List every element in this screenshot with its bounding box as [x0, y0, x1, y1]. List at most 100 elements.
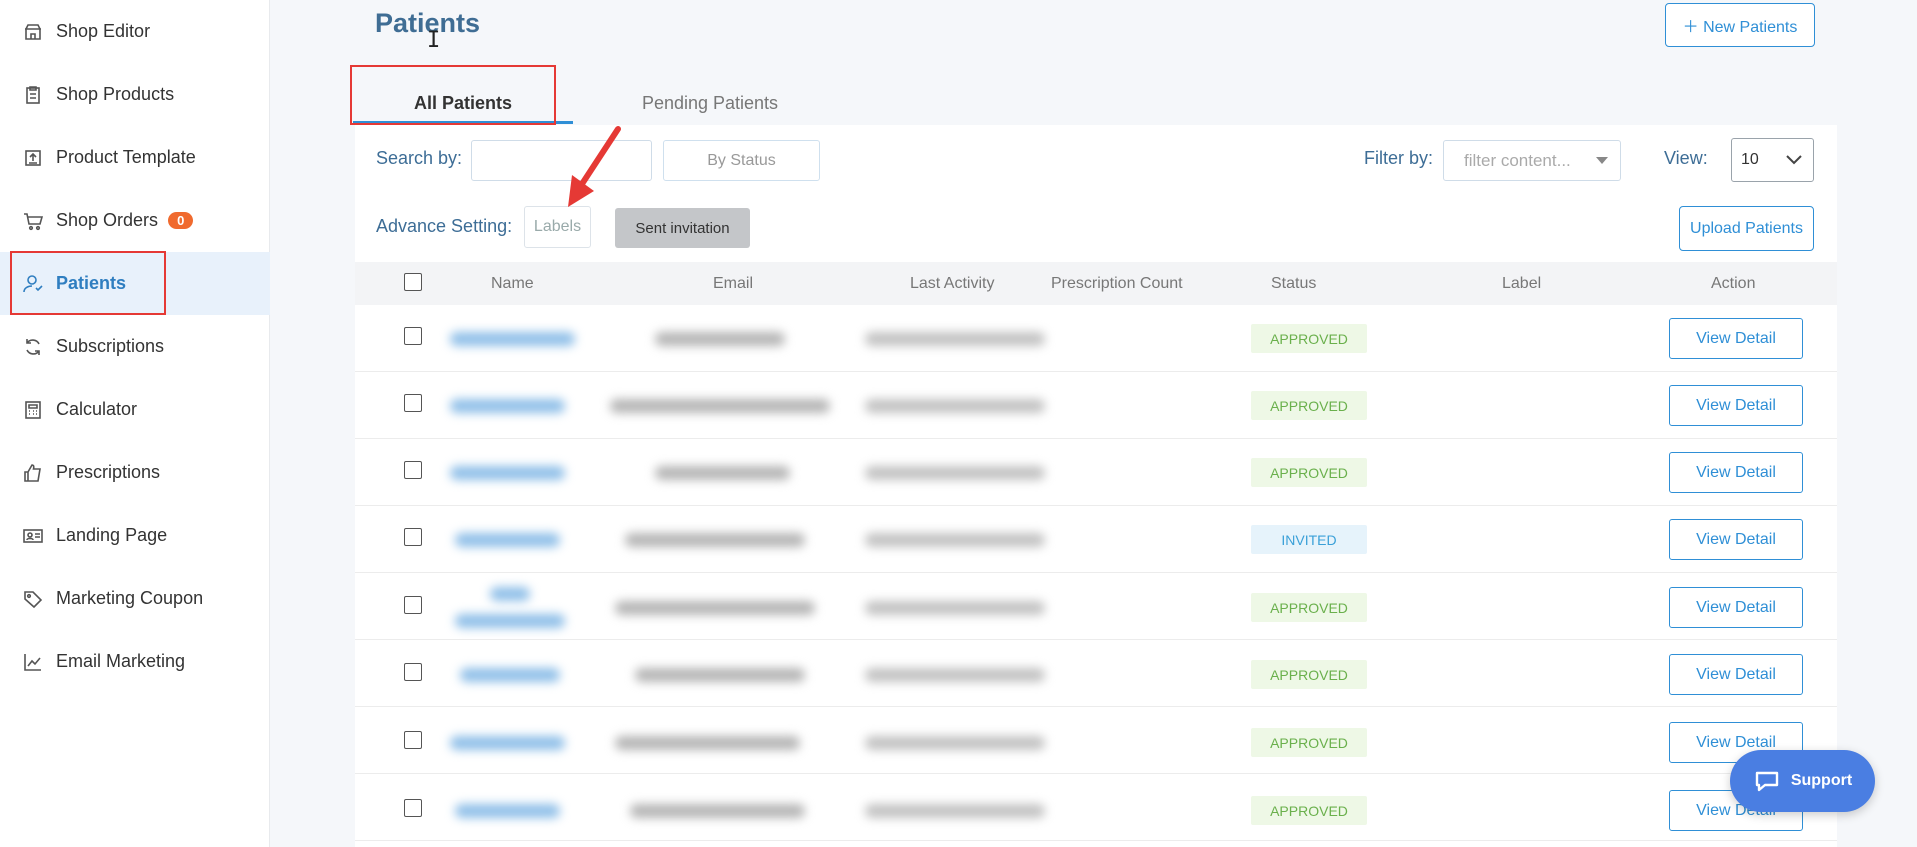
filter-placeholder: filter content...: [1464, 150, 1571, 170]
status-badge: APPROVED: [1251, 728, 1367, 757]
column-header-prescription-count: Prescription Count: [1051, 275, 1183, 292]
sidebar-item-shop-products[interactable]: Shop Products: [0, 63, 270, 126]
sidebar-item-prescriptions[interactable]: Prescriptions: [0, 441, 270, 504]
status-badge: APPROVED: [1251, 391, 1367, 420]
row-checkbox[interactable]: [404, 799, 422, 817]
last-activity-blurred: [865, 466, 1045, 480]
row-checkbox[interactable]: [404, 663, 422, 681]
row-checkbox[interactable]: [404, 731, 422, 749]
last-activity-blurred: [865, 668, 1045, 682]
row-checkbox[interactable]: [404, 461, 422, 479]
column-header-name: Name: [491, 275, 534, 292]
sidebar-item-email-marketing[interactable]: Email Marketing: [0, 630, 270, 693]
filter-label: Filter by:: [1364, 148, 1434, 168]
column-header-status: Status: [1271, 275, 1317, 292]
chart-line-icon: [22, 651, 44, 673]
table-row: [355, 707, 1837, 774]
status-badge: APPROVED: [1251, 660, 1367, 689]
user-icon: [22, 273, 44, 295]
patient-email-blurred: [610, 399, 830, 413]
sidebar-item-label: Shop Orders: [56, 210, 159, 230]
clipboard-icon: [22, 84, 44, 106]
patient-name-blurred[interactable]: [455, 533, 560, 547]
last-activity-blurred: [865, 736, 1045, 750]
sidebar-item-product-template[interactable]: Product Template: [0, 126, 270, 189]
last-activity-blurred: [865, 601, 1045, 615]
sidebar-item-label: Shop Editor: [56, 21, 151, 41]
view-detail-button[interactable]: View Detail: [1669, 318, 1803, 359]
support-label: Support: [1790, 772, 1853, 789]
select-all-checkbox[interactable]: [404, 273, 422, 291]
refresh-icon: [22, 336, 44, 358]
sidebar-item-label: Marketing Coupon: [56, 588, 204, 608]
patient-email-blurred: [655, 466, 790, 480]
view-count-select[interactable]: 10: [1731, 138, 1814, 182]
view-count-value: 10: [1741, 151, 1759, 168]
patient-name-blurred[interactable]: [490, 587, 530, 601]
tab-all-patients[interactable]: All Patients: [353, 82, 573, 124]
patient-name-blurred[interactable]: [450, 399, 565, 413]
column-header-action: Action: [1711, 275, 1756, 292]
status-badge: APPROVED: [1251, 458, 1367, 487]
column-header-label: Label: [1502, 275, 1542, 292]
row-checkbox[interactable]: [404, 327, 422, 345]
sidebar-item-label: Prescriptions: [56, 462, 161, 482]
text-cursor-icon: I: [427, 28, 441, 53]
view-detail-button[interactable]: View Detail: [1669, 587, 1803, 628]
patient-email-blurred: [615, 601, 815, 615]
upload-patients-button[interactable]: Upload Patients: [1679, 206, 1814, 251]
sidebar-item-landing-page[interactable]: Landing Page: [0, 504, 270, 567]
patient-name-blurred[interactable]: [450, 332, 575, 346]
view-detail-button[interactable]: View Detail: [1669, 654, 1803, 695]
sidebar-item-label: Calculator: [56, 399, 138, 419]
patient-name-blurred[interactable]: [450, 466, 565, 480]
table-row: [355, 439, 1837, 506]
support-button[interactable]: Support: [1730, 750, 1875, 812]
sidebar-item-shop-editor[interactable]: Shop Editor: [0, 0, 270, 63]
advance-setting-label: Advance Setting:: [376, 216, 513, 236]
status-badge: INVITED: [1251, 525, 1367, 554]
sidebar-item-patients[interactable]: Patients: [0, 252, 270, 315]
sidebar-item-label: Patients: [56, 273, 127, 293]
filter-select[interactable]: filter content...: [1443, 140, 1621, 181]
patient-name-blurred[interactable]: [455, 804, 560, 818]
thumbs-up-icon: [22, 462, 44, 484]
sidebar-item-shop-orders[interactable]: Shop Orders 0: [0, 189, 270, 252]
patient-name-blurred[interactable]: [455, 614, 565, 628]
patient-email-blurred: [630, 804, 805, 818]
status-select[interactable]: By Status: [663, 140, 820, 181]
patient-email-blurred: [635, 668, 805, 682]
caret-down-icon: [1596, 157, 1608, 164]
sidebar-item-label: Shop Products: [56, 84, 175, 104]
status-badge: APPROVED: [1251, 796, 1367, 825]
table-row: [355, 774, 1837, 841]
search-label: Search by:: [376, 148, 463, 168]
table-row: [355, 640, 1837, 707]
sent-invitation-button[interactable]: Sent invitation: [615, 208, 750, 248]
patient-name-blurred[interactable]: [460, 668, 560, 682]
last-activity-blurred: [865, 804, 1045, 818]
view-detail-button[interactable]: View Detail: [1669, 385, 1803, 426]
sidebar: Shop Editor Shop Products Product Templa…: [0, 0, 270, 847]
new-patients-button[interactable]: ＋ New Patients: [1665, 3, 1815, 47]
orders-count-badge: 0: [168, 212, 194, 229]
tag-icon: [22, 588, 44, 610]
row-checkbox[interactable]: [404, 394, 422, 412]
sidebar-item-marketing-coupon[interactable]: Marketing Coupon: [0, 567, 270, 630]
status-badge: APPROVED: [1251, 324, 1367, 353]
sidebar-item-calculator[interactable]: Calculator: [0, 378, 270, 441]
table-row: [355, 305, 1837, 372]
sidebar-item-subscriptions[interactable]: Subscriptions: [0, 315, 270, 378]
patient-email-blurred: [655, 332, 785, 346]
view-detail-button[interactable]: View Detail: [1669, 452, 1803, 493]
sidebar-item-label: Subscriptions: [56, 336, 165, 356]
table-row: [355, 506, 1837, 573]
row-checkbox[interactable]: [404, 596, 422, 614]
sidebar-item-label: Product Template: [56, 147, 196, 167]
table-row: [355, 573, 1837, 640]
tab-pending-patients[interactable]: Pending Patients: [600, 82, 820, 124]
patient-name-blurred[interactable]: [450, 736, 565, 750]
chat-bubble-icon: [1755, 771, 1779, 792]
view-detail-button[interactable]: View Detail: [1669, 519, 1803, 560]
row-checkbox[interactable]: [404, 528, 422, 546]
